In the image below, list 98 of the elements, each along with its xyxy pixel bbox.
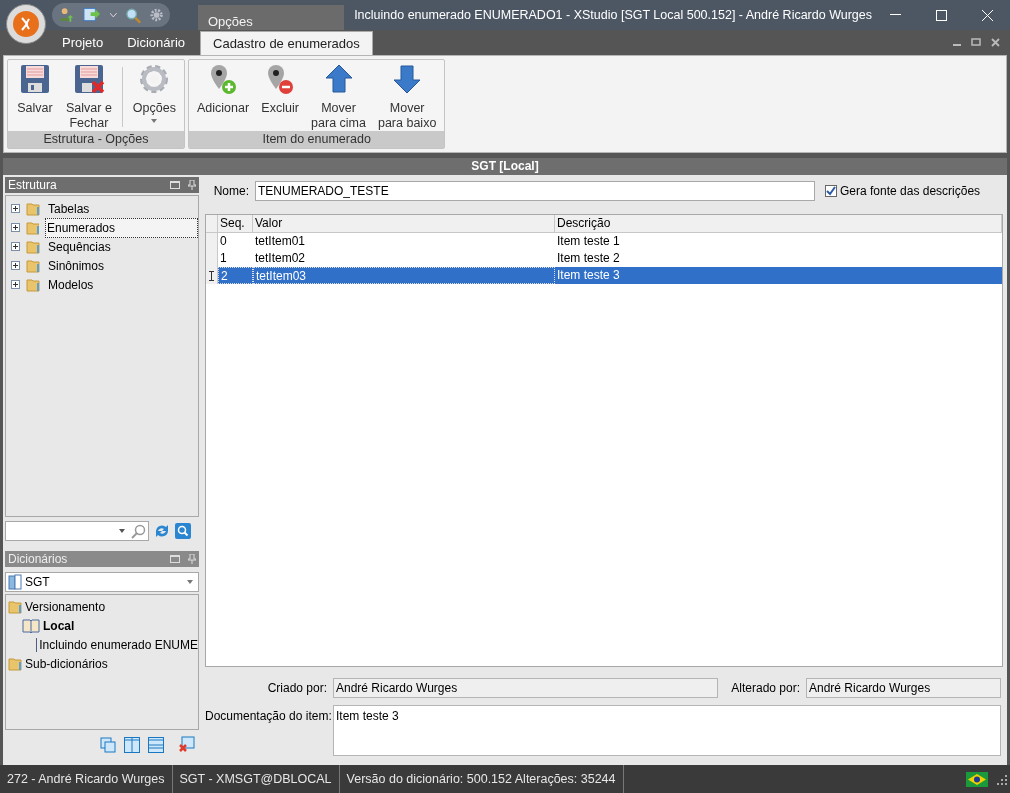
group-label: Estrutura - Opções (8, 131, 184, 148)
pin-icon[interactable] (188, 180, 196, 190)
minimize-icon[interactable] (889, 14, 901, 16)
logo-icon (12, 10, 40, 38)
name-field[interactable]: TENUMERADO_TESTE (255, 181, 815, 201)
row-indicator[interactable] (206, 267, 218, 284)
ribbon-tab[interactable]: Projeto (50, 31, 116, 55)
pin-icon[interactable] (188, 554, 196, 564)
field-label: Documentação do item: (205, 708, 333, 725)
text-cursor-icon (209, 270, 214, 281)
ribbon-button[interactable]: Mover para cima (305, 63, 372, 131)
search-icon[interactable] (124, 6, 141, 24)
expand-icon[interactable] (11, 242, 20, 251)
ribbon-button[interactable]: Salvar e Fechar (60, 63, 118, 131)
ribbon-button[interactable]: Salvar (10, 63, 60, 131)
status-panel: 272 - André Ricardo Wurges (0, 765, 173, 793)
document-header: SGT [Local] (3, 158, 1007, 175)
search-icon[interactable] (175, 523, 191, 539)
column-header[interactable]: Descrição (555, 215, 1002, 232)
column-header[interactable]: Valor (253, 215, 555, 232)
resize-grip-icon[interactable] (996, 773, 1008, 785)
tree-item[interactable]: Sequências (46, 236, 113, 257)
documentation-field[interactable]: Item teste 3 (333, 705, 1001, 756)
maximize-icon[interactable] (935, 9, 947, 21)
folder-icon (26, 277, 40, 292)
caret-icon[interactable] (110, 12, 117, 18)
brazil-flag-icon (966, 771, 988, 787)
ribbon-button[interactable]: Excluir (255, 63, 306, 131)
table-cell-text: Item teste 1 (556, 233, 621, 250)
ribbon-button[interactable]: Opções (126, 63, 182, 131)
tree-item[interactable]: Versionamento (25, 597, 106, 616)
settings-icon[interactable] (148, 7, 164, 23)
cascade-icon[interactable] (100, 736, 116, 753)
panel-title: Dicionários (8, 551, 68, 568)
group-label: Item do enumerado (188, 131, 445, 148)
tree-item[interactable]: Sub-dicionários (25, 654, 108, 673)
tree-item[interactable]: Incluindo enumerado ENUME (39, 635, 198, 654)
folder-icon (26, 258, 40, 273)
close-windows-icon[interactable] (178, 736, 195, 753)
table-cell-text: Item teste 2 (556, 250, 621, 267)
status-panel: SGT - XMSGT@DBLOCAL (172, 765, 340, 793)
gear-icon (138, 63, 171, 95)
expand-icon[interactable] (11, 280, 20, 289)
expand-icon[interactable] (11, 204, 20, 213)
expand-icon[interactable] (11, 223, 20, 232)
selector-value: SGT (25, 574, 50, 591)
field-label: Nome: (212, 183, 250, 200)
table-cell-text: Item teste 3 (556, 267, 621, 284)
ribbon-button[interactable]: Adicionar (190, 63, 256, 131)
application-orb[interactable] (6, 4, 46, 44)
close-icon[interactable] (991, 38, 1000, 47)
export-icon[interactable] (83, 6, 103, 24)
ribbon-tab[interactable]: Dicionário (115, 31, 197, 55)
table-cell: 2 (218, 267, 253, 284)
table-cell-text: 0 (219, 233, 228, 250)
column-header[interactable]: Seq. (218, 215, 253, 232)
caret-icon[interactable] (151, 119, 158, 123)
restore-icon[interactable] (971, 38, 981, 46)
caret-icon[interactable] (119, 529, 125, 533)
created-by-field: André Ricardo Wurges (333, 678, 718, 698)
altered-by-field: André Ricardo Wurges (806, 678, 1001, 698)
book-icon (22, 618, 40, 633)
panel-title: Estrutura (8, 177, 57, 194)
dictionary-selector[interactable]: SGT (5, 572, 199, 592)
tree-item[interactable]: Tabelas (46, 198, 92, 219)
folder-icon (8, 656, 22, 671)
contextual-tab-group: Opções (198, 5, 345, 30)
field-label: Alterado por: (730, 680, 801, 697)
folder-icon (25, 220, 39, 235)
search-field[interactable] (5, 521, 149, 541)
tree-item[interactable]: Sinônimos (46, 255, 107, 276)
caret-icon[interactable] (187, 580, 193, 584)
folder-icon (8, 599, 22, 614)
user-icon[interactable] (58, 6, 76, 24)
search-icon[interactable] (131, 523, 146, 539)
tile-vertical-icon[interactable] (124, 736, 140, 753)
tile-horizontal-icon[interactable] (148, 736, 164, 753)
table-cell: tetItem03 (253, 267, 555, 284)
field-label: Criado por: (266, 680, 328, 697)
table-cell-text: tetItem02 (254, 250, 307, 267)
expand-icon[interactable] (11, 261, 20, 270)
books-icon (8, 574, 22, 590)
ribbon-tab[interactable]: Cadastro de enumerados (200, 31, 373, 55)
checkbox[interactable] (825, 185, 837, 197)
folder-icon (26, 201, 40, 216)
tree-item[interactable]: Enumerados (44, 217, 198, 238)
table-cell-text: 1 (219, 250, 228, 267)
table-cell-text: tetItem01 (254, 233, 307, 250)
tree-item[interactable]: Modelos (46, 274, 96, 295)
floppy-disk-cross-icon (72, 63, 105, 95)
refresh-icon[interactable] (153, 522, 171, 540)
status-panel: Versão do dicionário: 500.152 Alterações: 35244 (339, 765, 624, 793)
window-icon[interactable] (170, 181, 180, 189)
folder-icon (26, 239, 40, 254)
tree-item[interactable]: Local (43, 616, 75, 635)
window-title: Incluindo enumerado ENUMERADO1 - XStudio [SGT Local 500.152] - André Ricardo Wurges (354, 6, 872, 24)
window-icon[interactable] (170, 555, 180, 563)
ribbon-button[interactable]: Mover para baixo (371, 63, 443, 131)
